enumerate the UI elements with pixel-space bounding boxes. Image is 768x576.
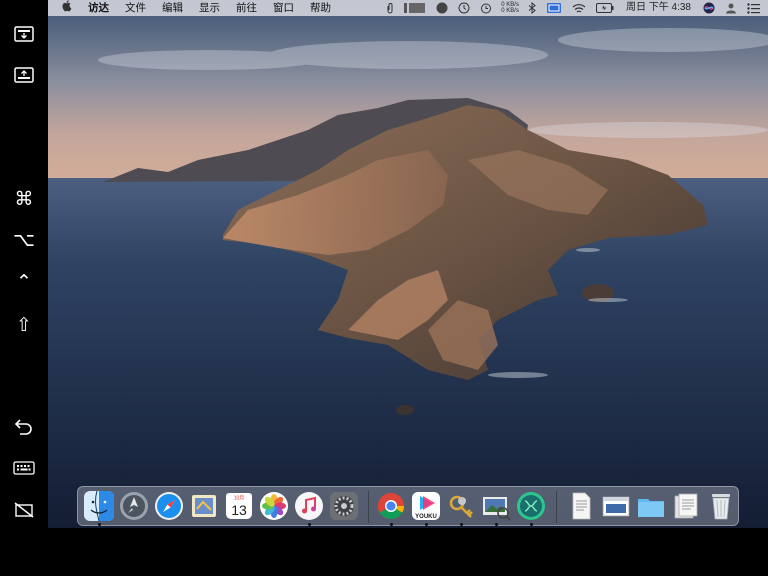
- mindnode-icon[interactable]: [516, 491, 546, 521]
- desktop-wallpaper: 访达 文件 编辑 显示 前往 窗口 帮助 0 KB/s 0 KB/s 周日 下午…: [48, 0, 768, 528]
- catalina-island-wallpaper: [48, 0, 768, 528]
- menu-help[interactable]: 帮助: [302, 0, 339, 16]
- option-key[interactable]: ⌥: [8, 226, 40, 254]
- wifi-icon[interactable]: [567, 3, 591, 14]
- clock[interactable]: 周日 下午 4:38: [619, 0, 698, 16]
- youku-icon[interactable]: YOUKU: [411, 491, 441, 521]
- calendar-month: 10月: [234, 496, 245, 502]
- running-indicator: [495, 523, 498, 526]
- folder-icon[interactable]: [636, 491, 666, 521]
- time-machine-icon[interactable]: [453, 2, 475, 14]
- running-indicator: [425, 523, 428, 526]
- siri-icon[interactable]: [698, 2, 720, 14]
- shift-key[interactable]: ⇧: [8, 311, 40, 339]
- user-icon[interactable]: [720, 2, 742, 14]
- trash-icon[interactable]: [706, 491, 736, 521]
- calendar-day: 13: [231, 502, 247, 518]
- menu-go[interactable]: 前往: [228, 0, 265, 16]
- music-icon[interactable]: [294, 491, 324, 521]
- calendar-icon[interactable]: 10月 13: [224, 491, 254, 521]
- command-key[interactable]: ⌘: [8, 185, 40, 213]
- control-sidebar: ⌘ ⌥ ⌃ ⇧: [0, 0, 48, 528]
- running-indicator: [390, 523, 393, 526]
- disconnect-icon[interactable]: [8, 496, 40, 524]
- window-document-icon[interactable]: [601, 491, 631, 521]
- apple-menu-icon[interactable]: [48, 0, 80, 17]
- control-key[interactable]: ⌃: [8, 268, 40, 296]
- screen-top-icon[interactable]: [8, 20, 40, 48]
- menu-finder[interactable]: 访达: [80, 0, 117, 16]
- dock-separator: [556, 491, 557, 523]
- menu-window[interactable]: 窗口: [265, 0, 302, 16]
- bluetooth-icon[interactable]: [523, 2, 541, 14]
- menu-bar: 访达 文件 编辑 显示 前往 窗口 帮助 0 KB/s 0 KB/s 周日 下午…: [48, 0, 768, 16]
- youku-label: YOUKU: [415, 514, 437, 520]
- keyboard-icon[interactable]: [8, 454, 40, 482]
- battery-icon[interactable]: [591, 3, 619, 13]
- document-icon[interactable]: [566, 491, 596, 521]
- dock: 10月 13 YOUKU: [77, 486, 739, 526]
- running-indicator: [98, 523, 101, 526]
- record-icon[interactable]: [431, 2, 453, 14]
- running-indicator: [308, 523, 311, 526]
- photos-icon[interactable]: [259, 491, 289, 521]
- safari-icon[interactable]: [154, 491, 184, 521]
- menubar-status-area: 0 KB/s 0 KB/s 周日 下午 4:38: [381, 0, 768, 16]
- notification-center-icon[interactable]: [742, 2, 768, 14]
- display-mirror-icon[interactable]: [541, 2, 567, 14]
- launchpad-icon[interactable]: [119, 491, 149, 521]
- finder-icon[interactable]: [84, 490, 114, 522]
- running-indicator: [460, 523, 463, 526]
- screen-bottom-icon[interactable]: [8, 61, 40, 89]
- system-preferences-icon[interactable]: [329, 491, 359, 521]
- network-speed[interactable]: 0 KB/s 0 KB/s: [497, 2, 523, 15]
- menu-edit[interactable]: 编辑: [154, 0, 191, 16]
- window-indicator-icon[interactable]: [399, 2, 431, 14]
- keychain-icon[interactable]: [446, 491, 476, 521]
- menu-view[interactable]: 显示: [191, 0, 228, 16]
- download-speed: 0 KB/s: [501, 8, 519, 14]
- undo-icon[interactable]: [8, 412, 40, 440]
- documents-stack-icon[interactable]: [671, 491, 701, 521]
- running-indicator: [530, 523, 533, 526]
- preview-icon[interactable]: [481, 491, 511, 521]
- paperclip-icon[interactable]: [381, 2, 399, 14]
- menu-file[interactable]: 文件: [117, 0, 154, 16]
- chrome-icon[interactable]: [376, 491, 406, 521]
- dock-separator: [368, 491, 369, 523]
- alarm-icon[interactable]: [475, 2, 497, 14]
- mail-icon[interactable]: [189, 491, 219, 521]
